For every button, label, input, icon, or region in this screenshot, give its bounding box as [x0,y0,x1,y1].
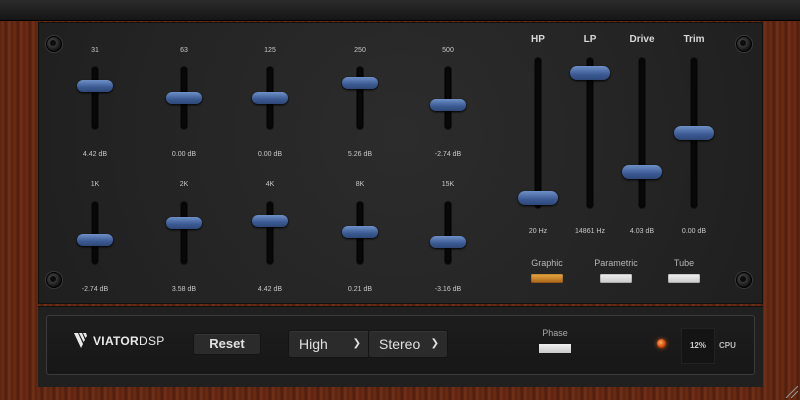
phase-label: Phase [542,328,568,338]
eq-slider-thumb[interactable] [166,217,202,230]
top-bar [0,0,800,21]
screw-icon [736,272,752,288]
eq-band-value: 3.58 dB [171,286,197,293]
power-led-icon [657,339,666,348]
fader-thumb[interactable] [570,66,610,81]
eq-band-value: 4.42 dB [257,286,283,293]
fader-label: Trim [683,34,705,45]
eq-slider-thumb[interactable] [77,234,113,247]
screw-icon [736,36,752,52]
fader-label: LP [583,34,597,45]
viator-logo-icon [74,333,87,348]
cpu-meter: 12% [681,328,715,364]
fader-thumb[interactable] [622,165,662,179]
eq-slider-thumb[interactable] [342,226,378,239]
fader-thumb[interactable] [674,126,714,140]
quality-value: High [299,336,328,352]
eq-band-value: -2.74 dB [81,286,109,293]
cpu-label: CPU [719,341,736,350]
eq-band-label: 31 [91,47,99,54]
fader-track[interactable] [639,58,645,208]
logo-text: VIATOR [93,334,140,348]
fader-thumb[interactable] [518,191,558,205]
eq-band-label: 63 [180,47,188,54]
eq-slider-track[interactable] [181,202,187,264]
eq-band-label: 2K [179,181,189,188]
eq-slider-thumb[interactable] [430,99,466,112]
mode-label: Graphic [531,258,563,268]
resize-grip-icon[interactable] [784,384,798,398]
mode-button[interactable] [600,274,632,283]
eq-band-value: -2.74 dB [434,151,462,158]
fader-value: 4.03 dB [629,228,655,235]
bottom-bar: VIATORDSP Reset High ❯ Stereo ❯ Phase 12… [38,306,763,387]
phase-button[interactable] [539,344,571,353]
chevron-down-icon: ❯ [430,338,439,349]
eq-band-label: 500 [442,47,454,54]
fader-label: Drive [629,34,655,45]
mode-label: Parametric [594,258,638,268]
eq-band-value: 0.00 dB [171,151,197,158]
eq-slider-track[interactable] [445,202,451,264]
channel-value: Stereo [379,336,421,352]
eq-slider-track[interactable] [267,202,273,264]
fader-value: 14861 Hz [575,228,605,235]
eq-band-label: 8K [355,181,365,188]
quality-dropdown[interactable]: High ❯ [288,330,370,358]
eq-band-value: 5.26 dB [347,151,373,158]
eq-slider-track[interactable] [445,67,451,129]
eq-slider-thumb[interactable] [166,92,202,104]
eq-slider-thumb[interactable] [430,235,466,248]
screw-icon [46,36,62,52]
logo-dsp-text: DSP [139,334,165,348]
eq-band-label: 1K [90,181,100,188]
fader-value: 0.00 dB [681,228,707,235]
eq-slider-thumb[interactable] [252,214,288,227]
eq-band-label: 250 [354,47,366,54]
chevron-down-icon: ❯ [352,338,361,349]
eq-band-value: 0.00 dB [257,151,283,158]
eq-band-label: 15K [441,181,455,188]
eq-slider-track[interactable] [92,202,98,264]
eq-band-value: 4.42 dB [82,151,108,158]
eq-slider-thumb[interactable] [252,92,288,104]
main-panel: 31 4.42 dB 63 0.00 dB 125 0.00 dB 250 5.26 dB 50… [38,22,763,304]
screw-icon [46,272,62,288]
fader-label: HP [531,34,545,45]
brand-logo: VIATORDSP [74,333,165,348]
eq-band-label: 4K [265,181,275,188]
eq-band-value: -3.16 dB [434,286,462,293]
fader-track[interactable] [587,58,593,208]
eq-slider-track[interactable] [92,67,98,129]
mode-button[interactable] [668,274,700,283]
channel-dropdown[interactable]: Stereo ❯ [368,330,448,358]
fader-track[interactable] [535,58,541,208]
fader-value: 20 Hz [528,228,548,235]
reset-button[interactable]: Reset [193,333,261,355]
control-strip: VIATORDSP Reset High ❯ Stereo ❯ Phase 12… [46,315,755,375]
eq-band-value: 0.21 dB [347,286,373,293]
eq-band-label: 125 [264,47,276,54]
eq-slider-thumb[interactable] [77,79,113,92]
mode-label: Tube [673,258,695,268]
plugin-frame: 31 4.42 dB 63 0.00 dB 125 0.00 dB 250 5.26 dB 50… [0,0,800,400]
mode-button[interactable] [531,274,563,283]
eq-slider-thumb[interactable] [342,77,378,90]
